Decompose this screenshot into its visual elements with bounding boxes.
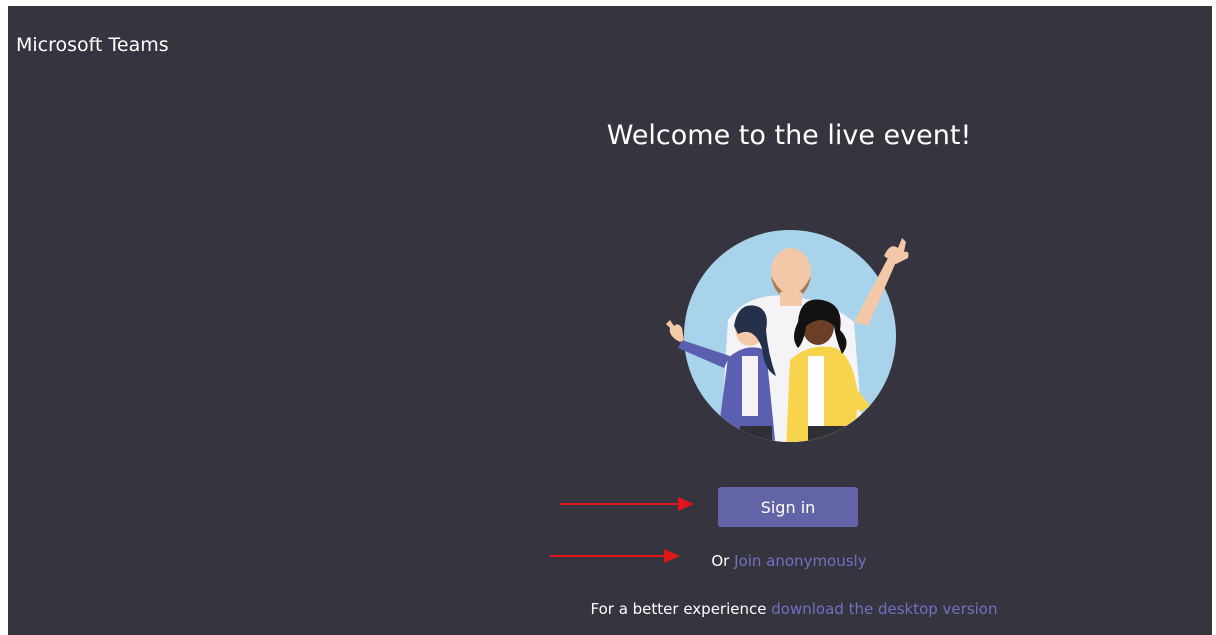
- better-experience-label: For a better experience: [590, 600, 767, 618]
- join-anonymously-link[interactable]: Join anonymously: [734, 552, 866, 570]
- or-label: Or: [711, 552, 730, 570]
- welcome-heading: Welcome to the live event!: [606, 120, 972, 151]
- people-waving-illustration: [666, 230, 909, 442]
- join-anonymously-row: Or Join anonymously: [8, 552, 1212, 570]
- app-title: Microsoft Teams: [16, 34, 169, 56]
- download-desktop-link[interactable]: download the desktop version: [771, 600, 997, 618]
- desktop-version-row: For a better experience download the des…: [8, 600, 1212, 618]
- red-arrow-icon: [560, 497, 694, 511]
- sign-in-button[interactable]: Sign in: [718, 487, 858, 527]
- teams-window: Microsoft Teams Welcome to the live even…: [8, 6, 1212, 635]
